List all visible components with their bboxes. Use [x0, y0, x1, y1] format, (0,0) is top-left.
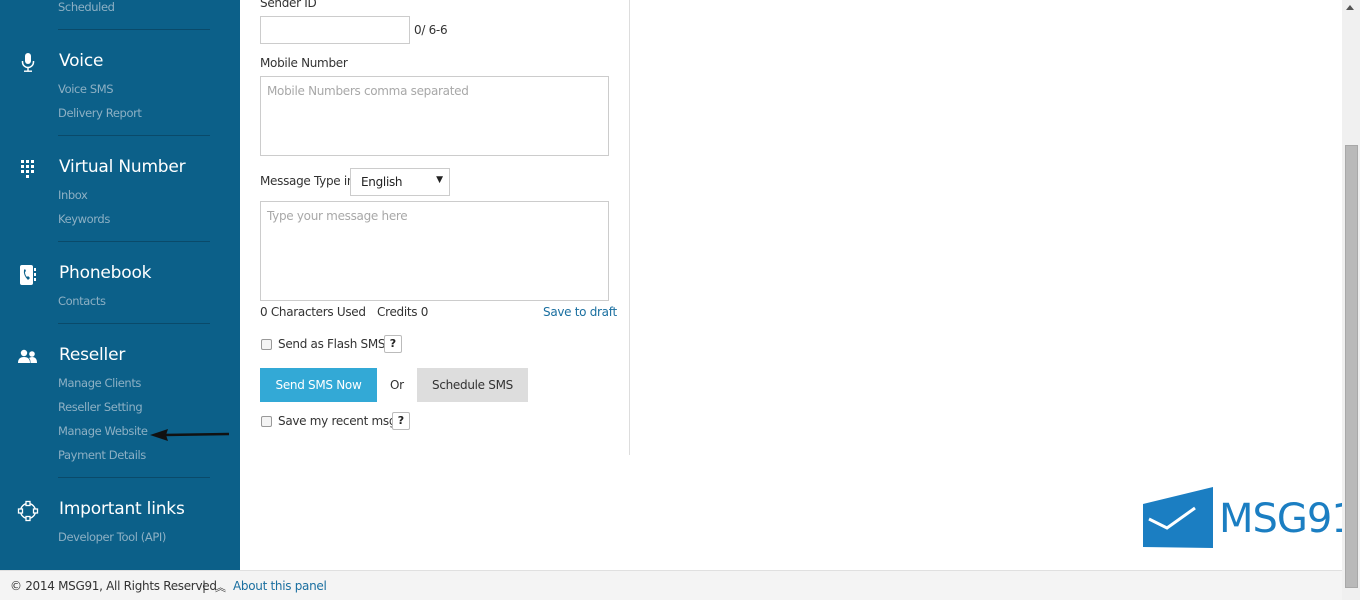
- annotation-arrow-icon: [150, 429, 230, 441]
- section-title: Voice: [59, 51, 104, 71]
- section-title: Reseller: [59, 345, 126, 365]
- sidebar-item-delivery-report[interactable]: Delivery Report: [58, 106, 142, 120]
- sidebar-item-manage-clients[interactable]: Manage Clients: [58, 376, 141, 390]
- message-textarea[interactable]: Type your message here: [260, 201, 609, 301]
- message-type-select[interactable]: English ▼: [350, 168, 450, 196]
- envelope-icon: [1143, 487, 1213, 548]
- sidebar-section-important-links[interactable]: Important links: [0, 499, 240, 525]
- sidebar-item-developer-tool[interactable]: Developer Tool (API): [58, 530, 166, 544]
- schedule-sms-button[interactable]: Schedule SMS: [417, 368, 528, 402]
- sidebar-section-reseller[interactable]: Reseller: [0, 345, 240, 371]
- logo-text: MSG91: [1219, 496, 1357, 542]
- sidebar-item-reseller-setting[interactable]: Reseller Setting: [58, 400, 143, 414]
- sidebar-item-manage-website[interactable]: Manage Website: [58, 424, 148, 438]
- keypad-icon: [16, 157, 40, 181]
- scroll-thumb[interactable]: [1345, 145, 1358, 588]
- save-recent-label: Save my recent msg: [278, 414, 397, 428]
- credits-count: Credits 0: [377, 305, 429, 319]
- chevron-down-icon: ▼: [436, 175, 443, 185]
- divider: [58, 135, 210, 136]
- microphone-icon: [16, 51, 40, 75]
- divider: [58, 241, 210, 242]
- sidebar-item-voice-sms[interactable]: Voice SMS: [58, 82, 114, 96]
- divider: [58, 323, 210, 324]
- copyright-text: © 2014 MSG91, All Rights Reserved: [10, 579, 217, 593]
- scrollbar[interactable]: [1342, 0, 1360, 600]
- save-recent-checkbox[interactable]: [261, 416, 272, 427]
- footer: © 2014 MSG91, All Rights Reserved | ︽ Ab…: [0, 570, 1342, 600]
- section-title: Phonebook: [59, 263, 152, 283]
- scroll-up-arrow-icon[interactable]: [1346, 5, 1354, 10]
- sender-id-input[interactable]: [260, 16, 410, 44]
- or-label: Or: [390, 378, 404, 392]
- section-title: Important links: [59, 499, 185, 519]
- sidebar-section-phonebook[interactable]: Phonebook: [0, 263, 240, 289]
- message-placeholder: Type your message here: [267, 209, 408, 223]
- section-title: Virtual Number: [59, 157, 186, 177]
- save-to-draft-link[interactable]: Save to draft: [543, 305, 617, 319]
- msg91-logo: MSG91: [1143, 486, 1357, 550]
- about-panel-link[interactable]: About this panel: [233, 579, 327, 593]
- sidebar: Scheduled Voice Voice SMS Delivery Repor…: [0, 0, 240, 570]
- mobile-number-placeholder: Mobile Numbers comma separated: [267, 84, 469, 98]
- mobile-number-label: Mobile Number: [260, 56, 348, 70]
- chevron-up-double-icon: ︽: [215, 581, 226, 594]
- users-icon: [16, 345, 40, 369]
- message-type-value: English: [361, 175, 403, 189]
- save-recent-help-button[interactable]: ?: [392, 412, 410, 430]
- sidebar-section-voice[interactable]: Voice: [0, 51, 240, 77]
- flash-sms-help-button[interactable]: ?: [384, 335, 402, 353]
- divider: [58, 477, 210, 478]
- sender-id-label: Sender ID: [260, 0, 317, 10]
- phonebook-icon: [16, 263, 40, 287]
- column-divider: [629, 0, 630, 455]
- sidebar-section-virtual-number[interactable]: Virtual Number: [0, 157, 240, 183]
- network-icon: [16, 499, 40, 523]
- characters-used: 0 Characters Used: [260, 305, 366, 319]
- flash-sms-label: Send as Flash SMS: [278, 337, 386, 351]
- divider: [58, 29, 210, 30]
- sidebar-item-scheduled[interactable]: Scheduled: [58, 0, 115, 14]
- mobile-number-textarea[interactable]: Mobile Numbers comma separated: [260, 76, 609, 156]
- sidebar-item-keywords[interactable]: Keywords: [58, 212, 110, 226]
- footer-separator: |: [202, 579, 206, 593]
- send-sms-now-button[interactable]: Send SMS Now: [260, 368, 377, 402]
- sidebar-item-payment-details[interactable]: Payment Details: [58, 448, 146, 462]
- sender-id-counter: 0/ 6-6: [414, 23, 448, 37]
- sidebar-item-contacts[interactable]: Contacts: [58, 294, 106, 308]
- sidebar-item-inbox[interactable]: Inbox: [58, 188, 88, 202]
- message-type-label: Message Type in: [260, 174, 355, 188]
- flash-sms-checkbox[interactable]: [261, 339, 272, 350]
